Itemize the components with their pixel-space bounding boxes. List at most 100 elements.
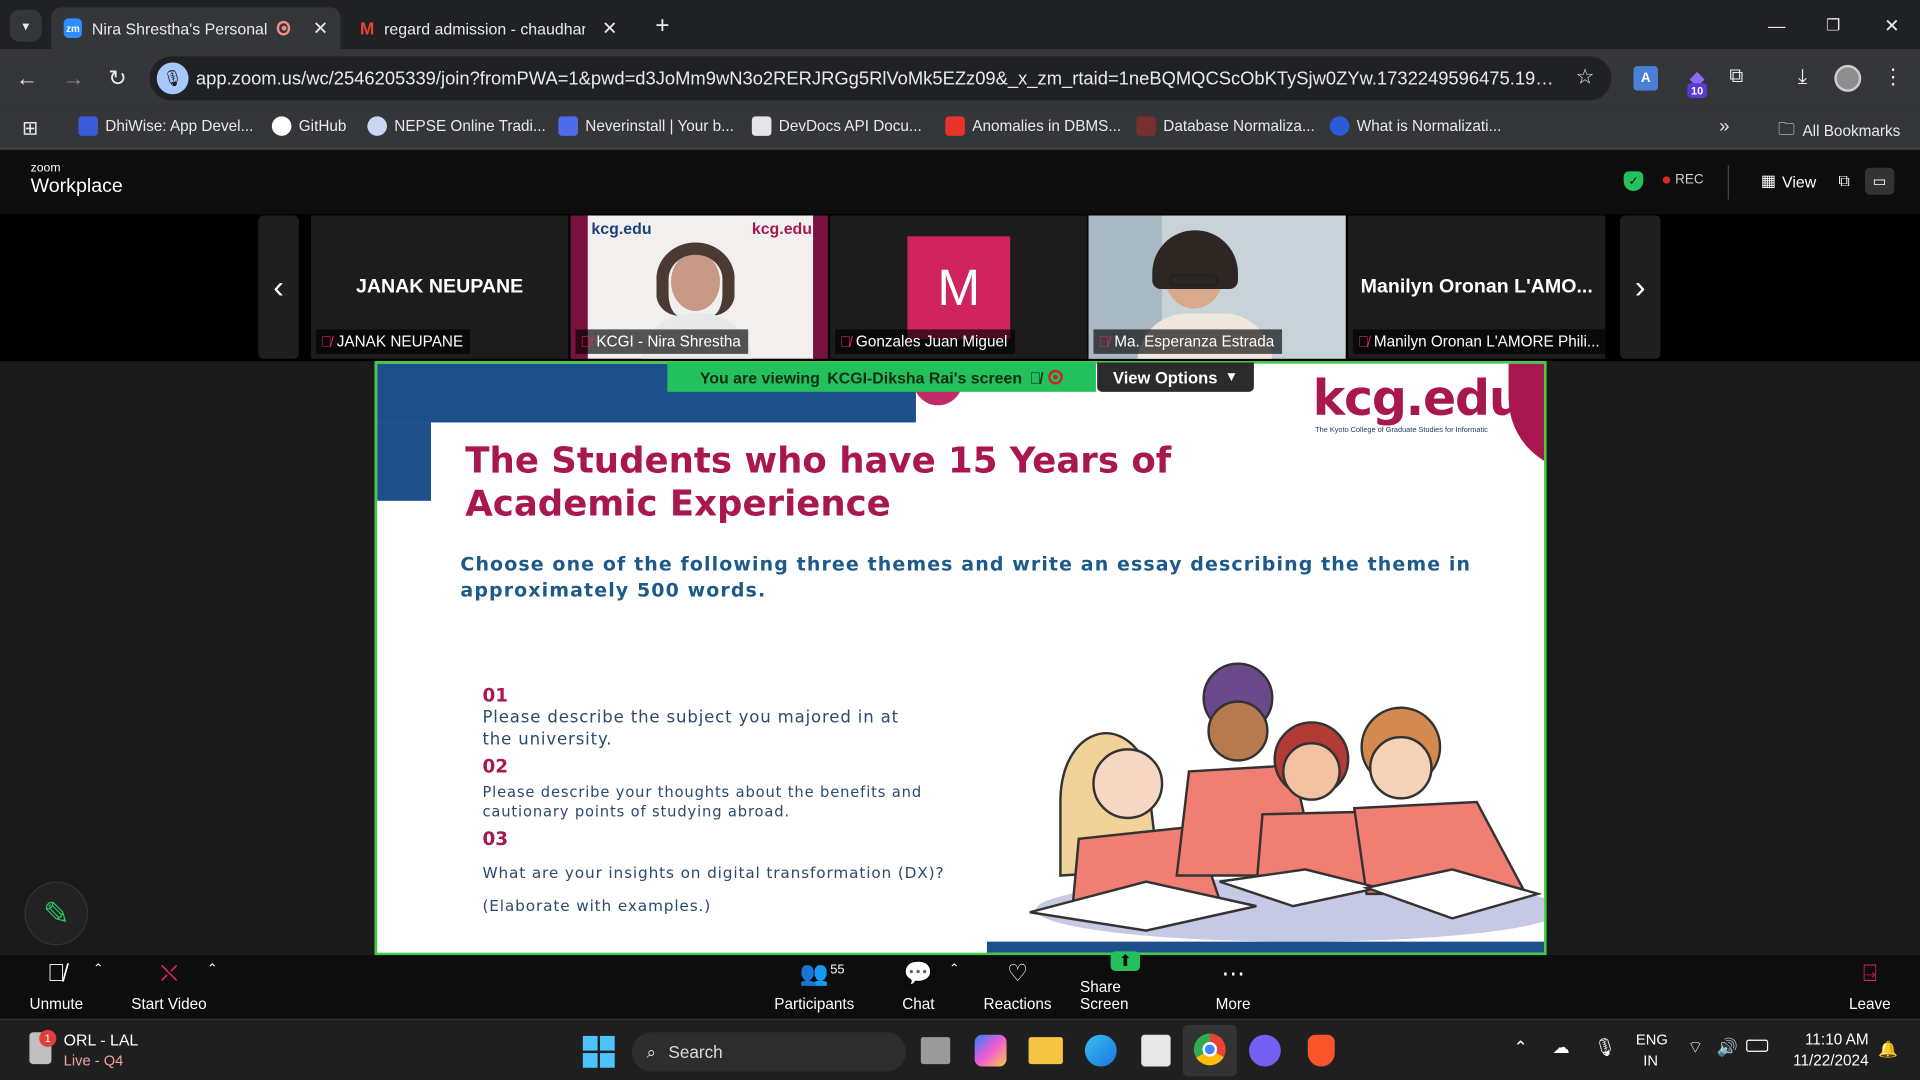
bookmark-anomalies[interactable]: Anomalies in DBMS...	[945, 116, 1121, 136]
restore-button[interactable]: ❐	[1820, 12, 1847, 39]
bookmark-star-icon[interactable]: ☆	[1576, 65, 1595, 89]
prev-participants-button[interactable]: ‹	[258, 215, 299, 359]
viber-icon[interactable]	[1248, 1034, 1281, 1067]
theme-number: 01	[482, 684, 509, 707]
bookmark-what-is-normalization[interactable]: What is Normalizati...	[1329, 116, 1501, 136]
windows-taskbar: 1 ORL - LAL Live - Q4 ⌕ Search ⌃ ☁ 🎙 ENG…	[0, 1018, 1920, 1080]
theme-text: (Elaborate with examples.)	[482, 896, 712, 915]
rec-label: REC	[1675, 172, 1704, 188]
chevron-down-icon: ▼	[1224, 369, 1239, 385]
translate-extension-icon[interactable]: A	[1633, 66, 1658, 91]
muted-mic-icon: 🎙̸	[1098, 333, 1110, 351]
file-explorer-icon[interactable]	[1028, 1037, 1063, 1065]
kcg-logo: kcg.edu	[1312, 371, 1524, 428]
participant-tile[interactable]: 🎙̸ Ma. Esperanza Estrada	[1088, 215, 1346, 359]
arrow-left-icon: ←	[15, 65, 38, 91]
volume-icon[interactable]: 🔊	[1717, 1037, 1738, 1058]
more-button[interactable]: ⋯ More	[1212, 955, 1254, 1019]
task-view-icon[interactable]	[920, 1037, 951, 1065]
wifi-icon[interactable]: ⌔	[1687, 1037, 1703, 1059]
close-window-button[interactable]: ✕	[1878, 12, 1905, 39]
address-bar[interactable]: 🎙 app.zoom.us/wc/2546205339/join?fromPWA…	[149, 56, 1612, 101]
shield-icon[interactable]: ✓	[1623, 171, 1644, 192]
bookmark-github[interactable]: GitHub	[271, 116, 346, 136]
notification-bell-icon[interactable]: 🔔	[1878, 1040, 1898, 1060]
participant-name-badge: 🎙̸ JANAK NEUPANE	[315, 329, 471, 354]
recording-status[interactable]: REC	[1662, 172, 1704, 188]
apps-grid-icon[interactable]: ⊞	[22, 116, 38, 140]
search-icon: ⌕	[646, 1041, 657, 1062]
windows-start-icon[interactable]	[582, 1035, 615, 1068]
forward-button[interactable]: →	[61, 66, 85, 90]
participant-tile[interactable]: kcg.edu kcg.edu 🎙̸ KCGI - Nira Shrestha	[570, 215, 828, 359]
fullscreen-icon[interactable]: ▭	[1864, 167, 1895, 195]
bookmark-dhiwise[interactable]: DhiWise: App Devel...	[78, 116, 253, 136]
downloads-icon[interactable]: ⤓	[1790, 65, 1814, 89]
microsoft-store-icon[interactable]	[1141, 1034, 1171, 1067]
participant-display-name: Manilyn Oronan L'AMO...	[1360, 276, 1593, 298]
bookmark-normalization[interactable]: Database Normaliza...	[1136, 116, 1315, 136]
view-options-button[interactable]: View Options ▼	[1097, 362, 1254, 392]
tab-search-button[interactable]: ▾	[9, 9, 42, 42]
edge-icon[interactable]	[1084, 1034, 1117, 1067]
participants-count: 55	[830, 962, 845, 978]
view-button[interactable]: ▦ View	[1761, 171, 1816, 191]
meeting-controls: 🎙̸ Unmute ⌃ ⛌ Start Video ⌃ 👥 Participan…	[0, 951, 1920, 1019]
chat-options-chevron-icon[interactable]: ⌃	[949, 962, 959, 975]
profile-avatar[interactable]	[1834, 64, 1862, 92]
taskbar-search[interactable]: ⌕ Search	[631, 1032, 907, 1072]
bookmark-devdocs[interactable]: DevDocs API Docu...	[751, 116, 922, 136]
share-screen-button[interactable]: ⬆ Share Screen	[1080, 951, 1171, 1019]
restore-icon: ❐	[1825, 15, 1841, 35]
close-tab-icon[interactable]: ✕	[602, 17, 617, 39]
clock-time[interactable]: 11:10 AM	[1800, 1031, 1869, 1048]
theme-text: Please describe the subject you majored …	[482, 707, 900, 728]
extensions-puzzle-icon[interactable]: ⧉	[1724, 65, 1748, 89]
microphone-icon[interactable]: 🎙	[1594, 1037, 1616, 1058]
participant-tile[interactable]: JANAK NEUPANE 🎙̸ JANAK NEUPANE	[311, 215, 569, 359]
reactions-button[interactable]: ♡ Reactions	[983, 955, 1052, 1019]
battery-icon[interactable]	[1746, 1039, 1769, 1052]
all-bookmarks-button[interactable]: 🗀 All Bookmarks	[1778, 116, 1900, 145]
participant-tile[interactable]: M 🎙̸ Gonzales Juan Miguel	[830, 215, 1088, 359]
annotate-button[interactable]: ✎	[24, 881, 89, 946]
muted-mic-icon: 🎙̸	[1357, 333, 1369, 351]
close-tab-icon[interactable]: ✕	[313, 17, 328, 39]
widget-title[interactable]: ORL - LAL	[64, 1031, 139, 1049]
muted-mic-icon: 🎙̸	[47, 960, 66, 987]
kcg-backdrop-logo: kcg.edu	[591, 219, 652, 238]
participant-avatar: M	[907, 236, 1011, 340]
unmute-button[interactable]: 🎙̸ Unmute	[24, 955, 88, 1019]
kcg-logo-subtitle: The Kyoto College of Graduate Studies fo…	[1315, 427, 1488, 435]
more-bookmarks-icon[interactable]: »	[1719, 116, 1729, 137]
audio-options-chevron-icon[interactable]: ⌃	[93, 962, 103, 975]
participant-name: JANAK NEUPANE	[336, 333, 464, 351]
reload-button[interactable]: ↻	[105, 66, 129, 90]
bookmark-neverinstall[interactable]: Neverinstall | Your b...	[558, 116, 734, 136]
pip-icon[interactable]: ⧉	[1832, 170, 1856, 192]
bookmark-nepse[interactable]: NEPSE Online Tradi...	[367, 116, 546, 136]
next-participants-button[interactable]: ›	[1620, 215, 1661, 359]
banner-prefix: You are viewing	[699, 367, 820, 387]
leave-button[interactable]: ⍈ Leave	[1844, 955, 1895, 1019]
start-video-button[interactable]: ⛌ Start Video	[127, 955, 210, 1019]
cloud-off-icon[interactable]: ☁	[1553, 1037, 1570, 1058]
chrome-active-slot[interactable]	[1182, 1024, 1237, 1077]
video-options-chevron-icon[interactable]: ⌃	[207, 962, 217, 975]
browser-menu-icon[interactable]: ⋮	[1883, 65, 1904, 89]
tab-gmail[interactable]: M regard admission - chaudharys ✕	[348, 7, 637, 49]
copilot-icon[interactable]	[974, 1034, 1007, 1067]
language-indicator[interactable]: ENG	[1636, 1031, 1668, 1048]
microphone-permission-icon[interactable]: 🎙	[156, 62, 189, 95]
reactions-label: Reactions	[983, 995, 1052, 1013]
tray-chevron-up-icon[interactable]: ⌃	[1513, 1037, 1527, 1058]
participant-name-badge: 🎙̸ KCGI - Nira Shrestha	[575, 329, 749, 354]
participant-tile[interactable]: Manilyn Oronan L'AMO... 🎙̸ Manilyn Oronan…	[1348, 215, 1606, 359]
minimize-button[interactable]: —	[1763, 12, 1790, 39]
back-button[interactable]: ←	[15, 66, 39, 90]
chat-button[interactable]: 💬 Chat	[896, 955, 940, 1019]
new-tab-button[interactable]: +	[649, 12, 676, 39]
tab-zoom[interactable]: zm Nira Shrestha's Personal Me ✕	[51, 7, 341, 49]
participant-name: KCGI - Nira Shrestha	[596, 333, 741, 351]
brave-icon[interactable]	[1307, 1034, 1335, 1067]
